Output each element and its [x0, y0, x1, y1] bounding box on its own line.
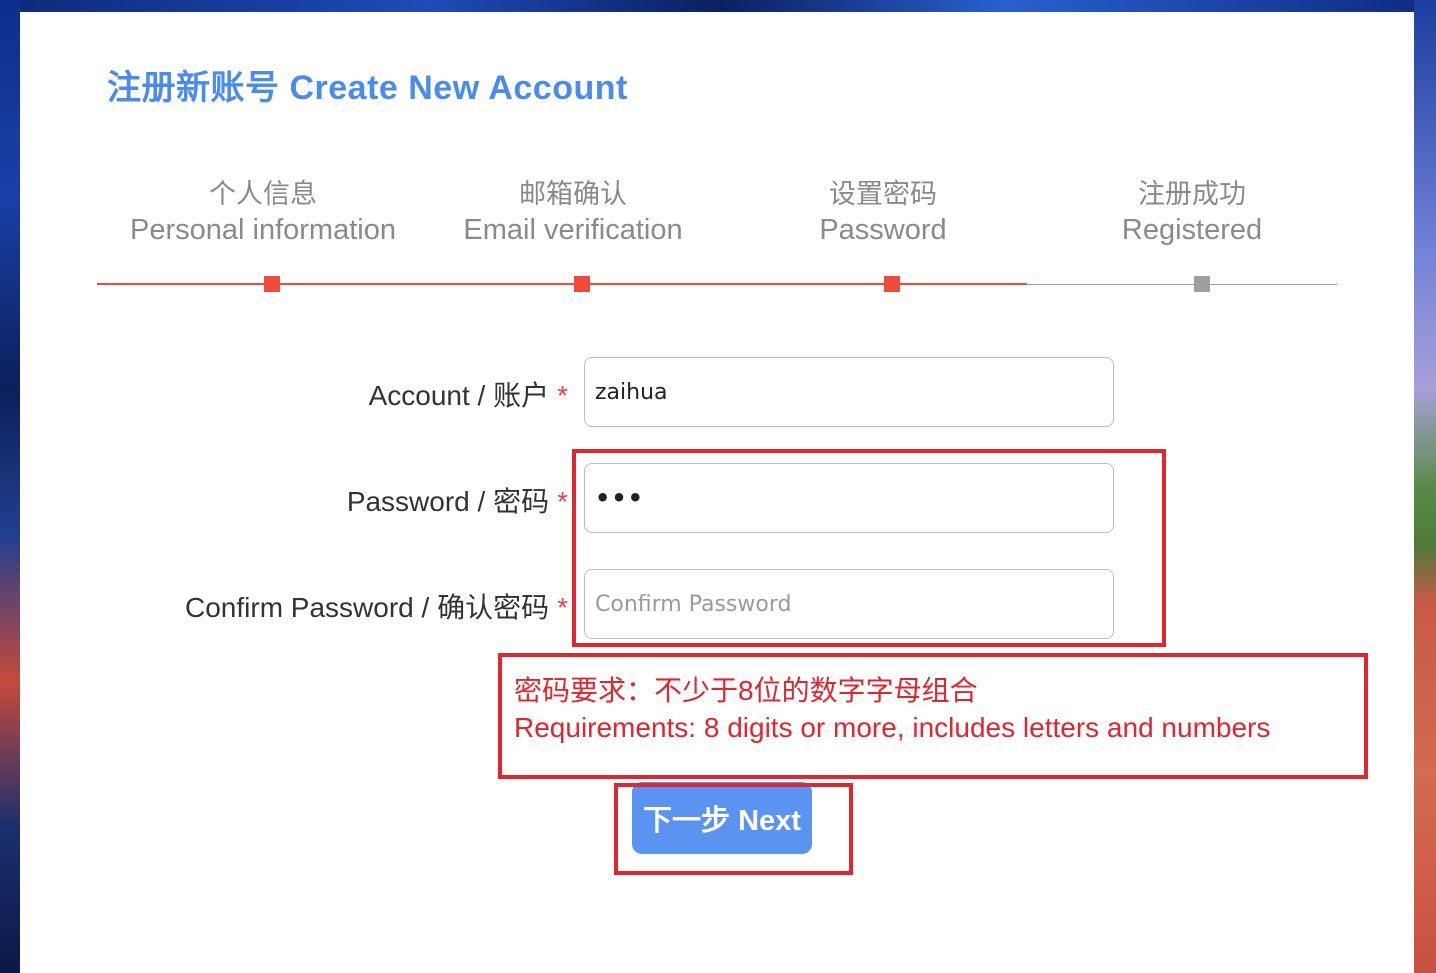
password-label: Password / 密码 * [347, 480, 568, 520]
next-button-highlight [614, 783, 853, 875]
required-marker: * [557, 486, 568, 517]
account-input[interactable]: zaihua [584, 357, 1114, 427]
requirements-en: Requirements: 8 digits or more, includes… [514, 712, 1271, 743]
background-left [0, 0, 20, 973]
account-label-text: Account / 账户 [368, 380, 550, 411]
step-marker-4 [1194, 276, 1210, 292]
step-registered: 注册成功 Registered [1037, 177, 1347, 249]
register-card: 注册新账号 Create New Account 个人信息 Personal i… [20, 12, 1414, 973]
step-label-zh: 个人信息 [209, 179, 317, 209]
step-label-en: Registered [1121, 214, 1263, 246]
step-personal-info: 个人信息 Personal information [108, 177, 418, 249]
step-label-zh: 设置密码 [829, 179, 937, 209]
required-marker: * [557, 592, 568, 623]
step-marker-1 [264, 276, 280, 292]
requirements-zh: 密码要求：不少于8位的数字字母组合 [514, 675, 978, 706]
confirm-password-label-text: Confirm Password / 确认密码 [185, 592, 550, 623]
background-right [1414, 0, 1436, 973]
password-requirements: 密码要求：不少于8位的数字字母组合 Requirements: 8 digits… [514, 672, 1270, 746]
progress-track-inactive [1027, 284, 1337, 285]
password-label-text: Password / 密码 [346, 486, 550, 517]
account-input-value: zaihua [595, 379, 668, 405]
step-password: 设置密码 Password [728, 177, 1038, 249]
required-marker: * [557, 380, 568, 411]
step-label-en: Email verification [463, 214, 683, 246]
step-marker-3 [884, 276, 900, 292]
confirm-password-label: Confirm Password / 确认密码 * [185, 586, 568, 626]
step-label-zh: 邮箱确认 [519, 179, 627, 209]
step-email-verification: 邮箱确认 Email verification [418, 177, 728, 249]
account-label: Account / 账户 * [369, 374, 568, 414]
step-label-en: Password [819, 214, 947, 246]
step-label-en: Personal information [130, 214, 396, 246]
password-fields-highlight [572, 449, 1166, 647]
step-label-zh: 注册成功 [1138, 179, 1246, 209]
background-top [0, 0, 1436, 12]
step-marker-2 [574, 276, 590, 292]
progress-steps: 个人信息 Personal information 邮箱确认 Email ver… [20, 12, 1414, 312]
